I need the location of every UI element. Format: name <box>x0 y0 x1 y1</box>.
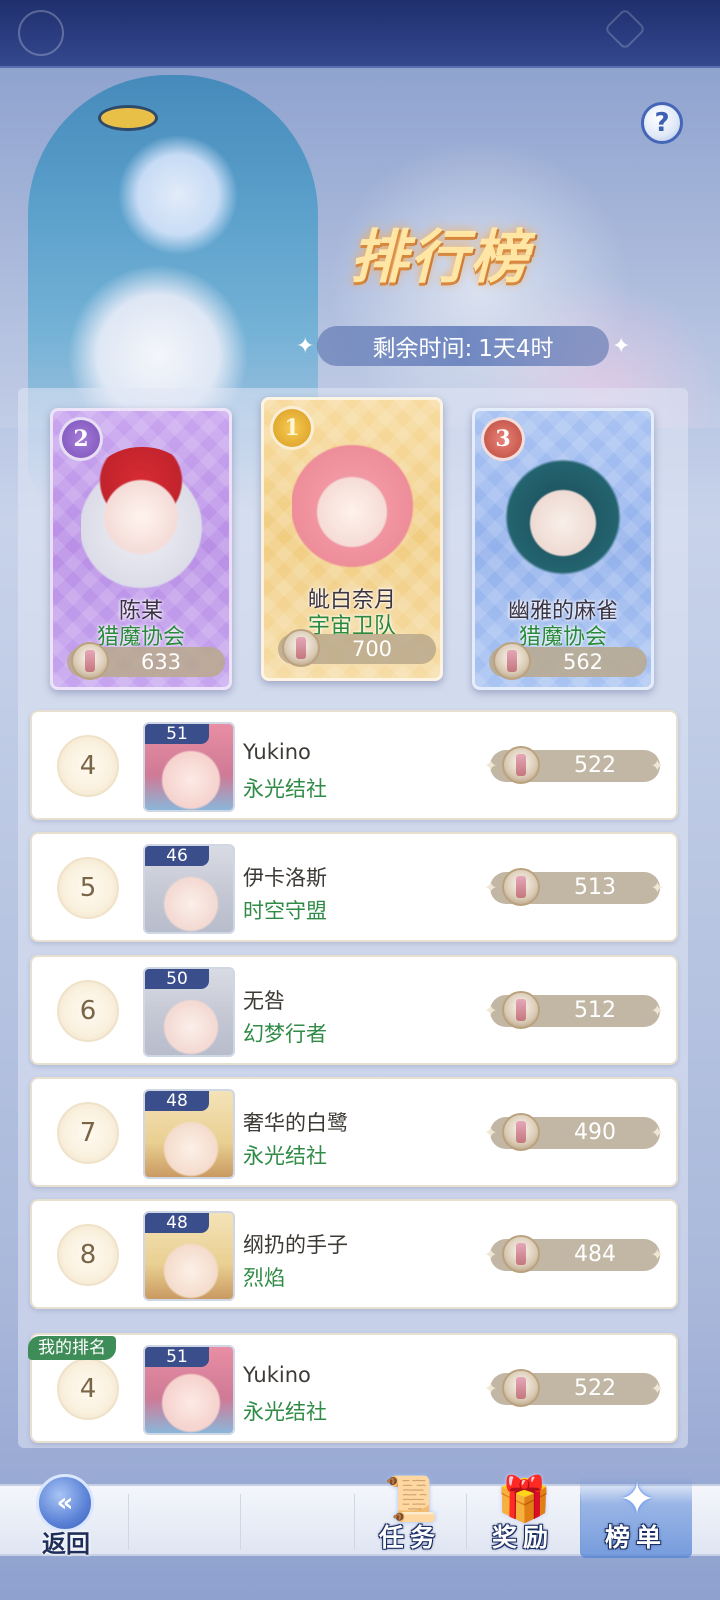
level-badge: 50 <box>145 969 209 989</box>
score-value: 633 <box>140 650 182 674</box>
sparkle-icon: ✦ <box>296 334 315 359</box>
avatar[interactable]: 51 <box>143 1345 235 1435</box>
score-value: 562 <box>562 650 604 674</box>
level-badge: 51 <box>145 1347 209 1367</box>
tab-leaderboard[interactable]: ✦ 榜单 <box>580 1468 692 1558</box>
trophy-badge-icon <box>502 991 540 1029</box>
player-name: Yukino <box>243 740 311 764</box>
podium-card-rank-2[interactable]: 2 陈某 猎魔协会 633 <box>50 408 232 690</box>
guild-name: 永光结社 <box>243 1400 327 1424</box>
tab-rewards[interactable]: 🎁 奖励 <box>467 1468 579 1558</box>
rank-number: 7 <box>57 1102 119 1164</box>
page-title: 排行榜 <box>349 223 530 291</box>
rank-medal-icon: 1 <box>270 406 314 450</box>
tab-label: 榜单 <box>604 1523 667 1552</box>
guild-name: 永光结社 <box>243 777 327 801</box>
trophy-badge-icon <box>502 868 540 906</box>
table-row[interactable]: 8 48 纲扔的手子 烈焰 484 <box>30 1199 678 1309</box>
table-row[interactable]: 6 50 无咎 幻梦行者 512 <box>30 955 678 1065</box>
timer-value: 1天4时 <box>478 336 554 362</box>
rank-number: 5 <box>57 857 119 919</box>
player-name: 无咎 <box>243 989 285 1013</box>
player-portrait <box>292 436 414 586</box>
back-button[interactable]: « 返回 <box>12 1466 102 1558</box>
guild-name: 永光结社 <box>243 1144 327 1168</box>
score-pill: 562 <box>489 642 647 680</box>
score-value: 700 <box>351 637 393 661</box>
avatar[interactable]: 48 <box>143 1089 235 1179</box>
timer-label: 剩余时间: <box>372 336 473 362</box>
rank-number: 8 <box>57 1224 119 1286</box>
rank-medal-icon: 3 <box>481 417 525 461</box>
my-rank-tag: 我的排名 <box>28 1336 116 1360</box>
score-pill: 700 <box>278 629 436 667</box>
table-row[interactable]: 5 46 伊卡洛斯 时空守盟 513 <box>30 832 678 942</box>
rank-number: 4 <box>57 735 119 797</box>
podium-card-rank-1[interactable]: 1 皉白奈月 宇宙卫队 700 <box>261 397 443 681</box>
table-row[interactable]: 4 51 Yukino 永光结社 522 <box>30 710 678 820</box>
guild-name: 时空守盟 <box>243 899 327 923</box>
tab-label: 任务 <box>378 1523 441 1552</box>
rank-number: 6 <box>57 980 119 1042</box>
level-badge: 48 <box>145 1213 209 1233</box>
score-pill: 633 <box>67 642 225 680</box>
rank-medal-icon: 2 <box>59 417 103 461</box>
trophy-badge-icon <box>282 629 320 667</box>
trophy-badge-icon <box>502 1235 540 1273</box>
question-icon: ? <box>654 108 670 138</box>
top-banner <box>0 0 720 68</box>
avatar[interactable]: 51 <box>143 722 235 812</box>
trophy-badge-icon <box>71 642 109 680</box>
level-badge: 48 <box>145 1091 209 1111</box>
help-button[interactable]: ? <box>641 102 683 144</box>
table-row[interactable]: 7 48 奢华的白鹭 永光结社 490 <box>30 1077 678 1187</box>
trophy-badge-icon <box>502 1369 540 1407</box>
trophy-badge-icon <box>502 1113 540 1151</box>
tab-label: 奖励 <box>491 1523 554 1552</box>
player-portrait <box>81 447 203 597</box>
trophy-badge-icon <box>502 746 540 784</box>
diamond-ornament-icon <box>603 7 647 51</box>
level-badge: 46 <box>145 846 209 866</box>
shark-hood-eye <box>98 105 158 131</box>
remaining-time: 剩余时间: 1天4时 <box>317 326 609 366</box>
trophy-badge-icon <box>493 642 531 680</box>
heart-ornament-icon <box>18 10 64 56</box>
guild-name: 烈焰 <box>243 1266 285 1290</box>
avatar[interactable]: 46 <box>143 844 235 934</box>
avatar[interactable]: 48 <box>143 1211 235 1301</box>
player-name: 纲扔的手子 <box>243 1233 348 1257</box>
sparkle-icon: ✦ <box>612 334 631 359</box>
player-name: Yukino <box>243 1363 311 1387</box>
my-rank-row[interactable]: 4 51 Yukino 永光结社 522 <box>30 1333 678 1443</box>
back-label: 返回 <box>42 1530 90 1558</box>
player-name: 伊卡洛斯 <box>243 866 327 890</box>
player-portrait <box>503 447 625 597</box>
rank-number: 4 <box>57 1358 119 1420</box>
player-name: 奢华的白鹭 <box>243 1111 348 1135</box>
avatar[interactable]: 50 <box>143 967 235 1057</box>
level-badge: 51 <box>145 724 209 744</box>
tab-tasks[interactable]: 📜 任务 <box>354 1468 466 1558</box>
guild-name: 幻梦行者 <box>243 1022 327 1046</box>
podium-card-rank-3[interactable]: 3 幽雅的麻雀 猎魔协会 562 <box>472 408 654 690</box>
